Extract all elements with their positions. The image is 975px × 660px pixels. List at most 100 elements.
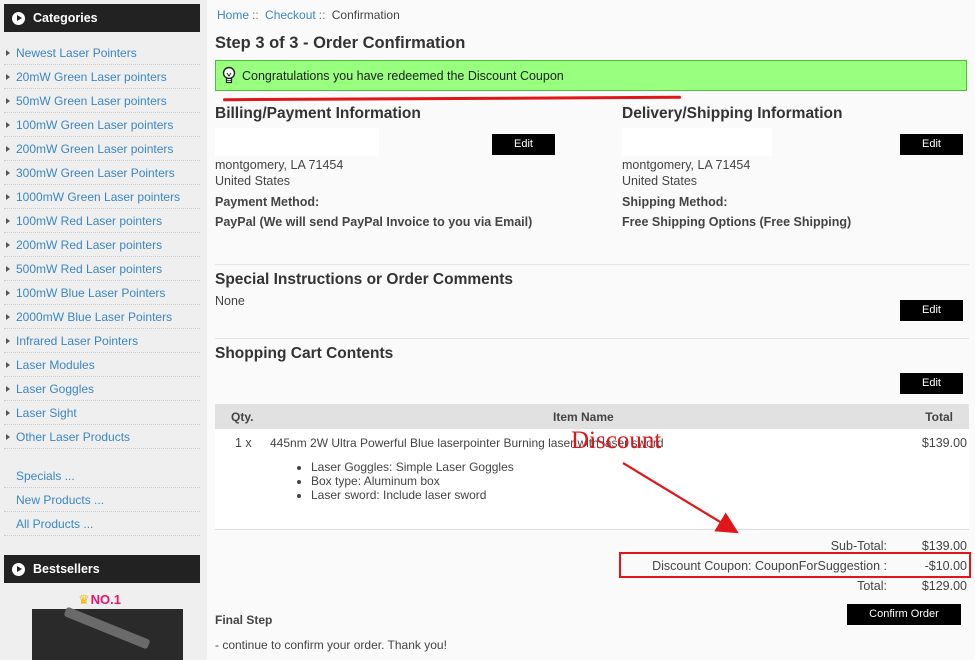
circle-arrow-icon [12,11,25,25]
sidebar-category-item[interactable]: 200mW Green Laser pointers [4,137,200,161]
discount-annotation: Discount [571,427,662,454]
bullet-arrow-icon [6,266,10,272]
categories-title: Categories [33,11,98,25]
sidebar-category-label: 200mW Red Laser pointers [16,238,163,252]
discount-value: -$10.00 [924,559,967,573]
total-label: Total: [857,579,887,593]
cart-table: Qty. Item Name Total 1 x 445nm 2W Ultra … [215,404,969,529]
item-attribute: Laser sword: Include laser sword [311,488,514,502]
sidebar-category-item[interactable]: Laser Sight [4,401,200,425]
delivery-city-line: montgomery, LA 71454 [622,158,751,172]
circle-arrow-icon [12,562,25,576]
main-content: Home:: Checkout:: Confirmation Step 3 of… [207,0,975,660]
item-attribute: Laser Goggles: Simple Laser Goggles [311,460,514,474]
bullet-arrow-icon [6,362,10,368]
success-message: Congratulations you have redeemed the Di… [215,60,967,91]
section-divider [215,264,969,265]
shipping-method-title: Shipping Method: [622,195,728,209]
sidebar-category-item[interactable]: 100mW Red Laser pointers [4,209,200,233]
bullet-arrow-icon [6,338,10,344]
col-qty: Qty. [231,410,254,424]
confirm-order-button[interactable]: Confirm Order [847,604,961,625]
sidebar-category-item[interactable]: Laser Modules [4,353,200,377]
sidebar-category-label: 100mW Blue Laser Pointers [16,286,166,300]
rank-label: NO.1 [90,592,121,607]
final-step-text: - continue to confirm your order. Thank … [215,638,447,652]
breadcrumb-checkout[interactable]: Checkout [265,8,316,22]
instructions-title: Special Instructions or Order Comments [215,271,514,288]
bullet-arrow-icon [6,218,10,224]
breadcrumb-separator: :: [252,8,259,22]
sidebar-category-label: Newest Laser Pointers [16,46,137,60]
sidebar-category-label: 100mW Green Laser pointers [16,118,174,132]
bullet-arrow-icon [6,386,10,392]
sidebar-category-item[interactable]: 300mW Green Laser Pointers [4,161,200,185]
annotation-underline [222,95,682,102]
item-qty: 1 x [235,436,252,450]
sidebar-category-item[interactable]: 500mW Red Laser pointers [4,257,200,281]
bullet-arrow-icon [6,410,10,416]
sidebar-category-item[interactable]: 200mW Red Laser pointers [4,233,200,257]
sidebar-category-item[interactable]: 100mW Green Laser pointers [4,113,200,137]
breadcrumb-home[interactable]: Home [217,8,249,22]
sidebar-category-item[interactable]: Laser Goggles [4,377,200,401]
bullet-arrow-icon [6,98,10,104]
sidebar-category-item[interactable]: 1000mW Green Laser pointers [4,185,200,209]
sidebar-category-label: 2000mW Blue Laser Pointers [16,310,173,324]
sidebar-category-label: Laser Goggles [16,382,95,396]
sidebar-category-item[interactable]: Newest Laser Pointers [4,41,200,65]
sidebar-category-item[interactable]: Other Laser Products [4,425,200,449]
item-attribute: Box type: Aluminum box [311,474,514,488]
sidebar-extra-link[interactable]: New Products ... [4,488,200,512]
sidebar-category-label: 50mW Green Laser pointers [16,94,167,108]
lightbulb-icon [222,66,236,86]
crown-icon: ♛ [78,592,90,607]
sidebar-category-item[interactable]: 50mW Green Laser pointers [4,89,200,113]
item-attributes: Laser Goggles: Simple Laser GogglesBox t… [297,460,514,502]
sidebar-category-label: 20mW Green Laser pointers [16,70,167,84]
bestseller-product-image[interactable] [32,606,183,660]
billing-edit-button[interactable]: Edit [492,134,555,155]
delivery-edit-button[interactable]: Edit [900,134,963,155]
bestseller-rank: ♛NO.1 [78,592,121,608]
cart-bottom-line [215,529,969,530]
bullet-arrow-icon [6,50,10,56]
laser-pointer-shape [63,606,151,650]
sidebar-category-item[interactable]: Infrared Laser Pointers [4,329,200,353]
page-title: Step 3 of 3 - Order Confirmation [215,34,466,52]
sidebar-category-label: 500mW Red Laser pointers [16,262,163,276]
bestsellers-title: Bestsellers [33,562,100,576]
sidebar-category-label: Laser Modules [16,358,95,372]
cart-edit-button[interactable]: Edit [900,373,963,394]
sidebar-category-item[interactable]: 100mW Blue Laser Pointers [4,281,200,305]
col-item-name: Item Name [553,410,614,424]
bestsellers-header: Bestsellers [4,555,200,583]
item-total: $139.00 [921,436,967,450]
sidebar-category-label: Infrared Laser Pointers [16,334,139,348]
subtotal-label: Sub-Total: [830,539,887,553]
cart-title: Shopping Cart Contents [215,345,394,362]
redacted-billing-address [215,128,379,156]
sidebar-category-item[interactable]: 20mW Green Laser pointers [4,65,200,89]
categories-header: Categories [4,4,200,32]
billing-title: Billing/Payment Information [215,105,421,122]
payment-method-title: Payment Method: [215,195,320,209]
col-total: Total [925,410,953,424]
sidebar-category-item[interactable]: 2000mW Blue Laser Pointers [4,305,200,329]
category-list: Newest Laser Pointers 20mW Green Laser po… [4,41,200,449]
instructions-edit-button[interactable]: Edit [900,300,963,321]
final-step-title: Final Step [215,613,273,627]
billing-country: United States [215,174,291,188]
bullet-arrow-icon [6,290,10,296]
sidebar-category-label: 300mW Green Laser Pointers [16,166,175,180]
extra-links-list: Specials ... New Products ... All Products… [4,464,200,536]
bullet-arrow-icon [6,146,10,152]
sidebar-category-label: 200mW Green Laser pointers [16,142,174,156]
bullet-arrow-icon [6,74,10,80]
discount-label: Discount Coupon: CouponForSuggestion : [652,559,887,573]
sidebar-category-label: Laser Sight [16,406,77,420]
sidebar-extra-link[interactable]: Specials ... [4,464,200,488]
sidebar-extra-link[interactable]: All Products ... [4,512,200,536]
shipping-method-value: Free Shipping Options (Free Shipping) [622,215,852,229]
bullet-arrow-icon [6,194,10,200]
